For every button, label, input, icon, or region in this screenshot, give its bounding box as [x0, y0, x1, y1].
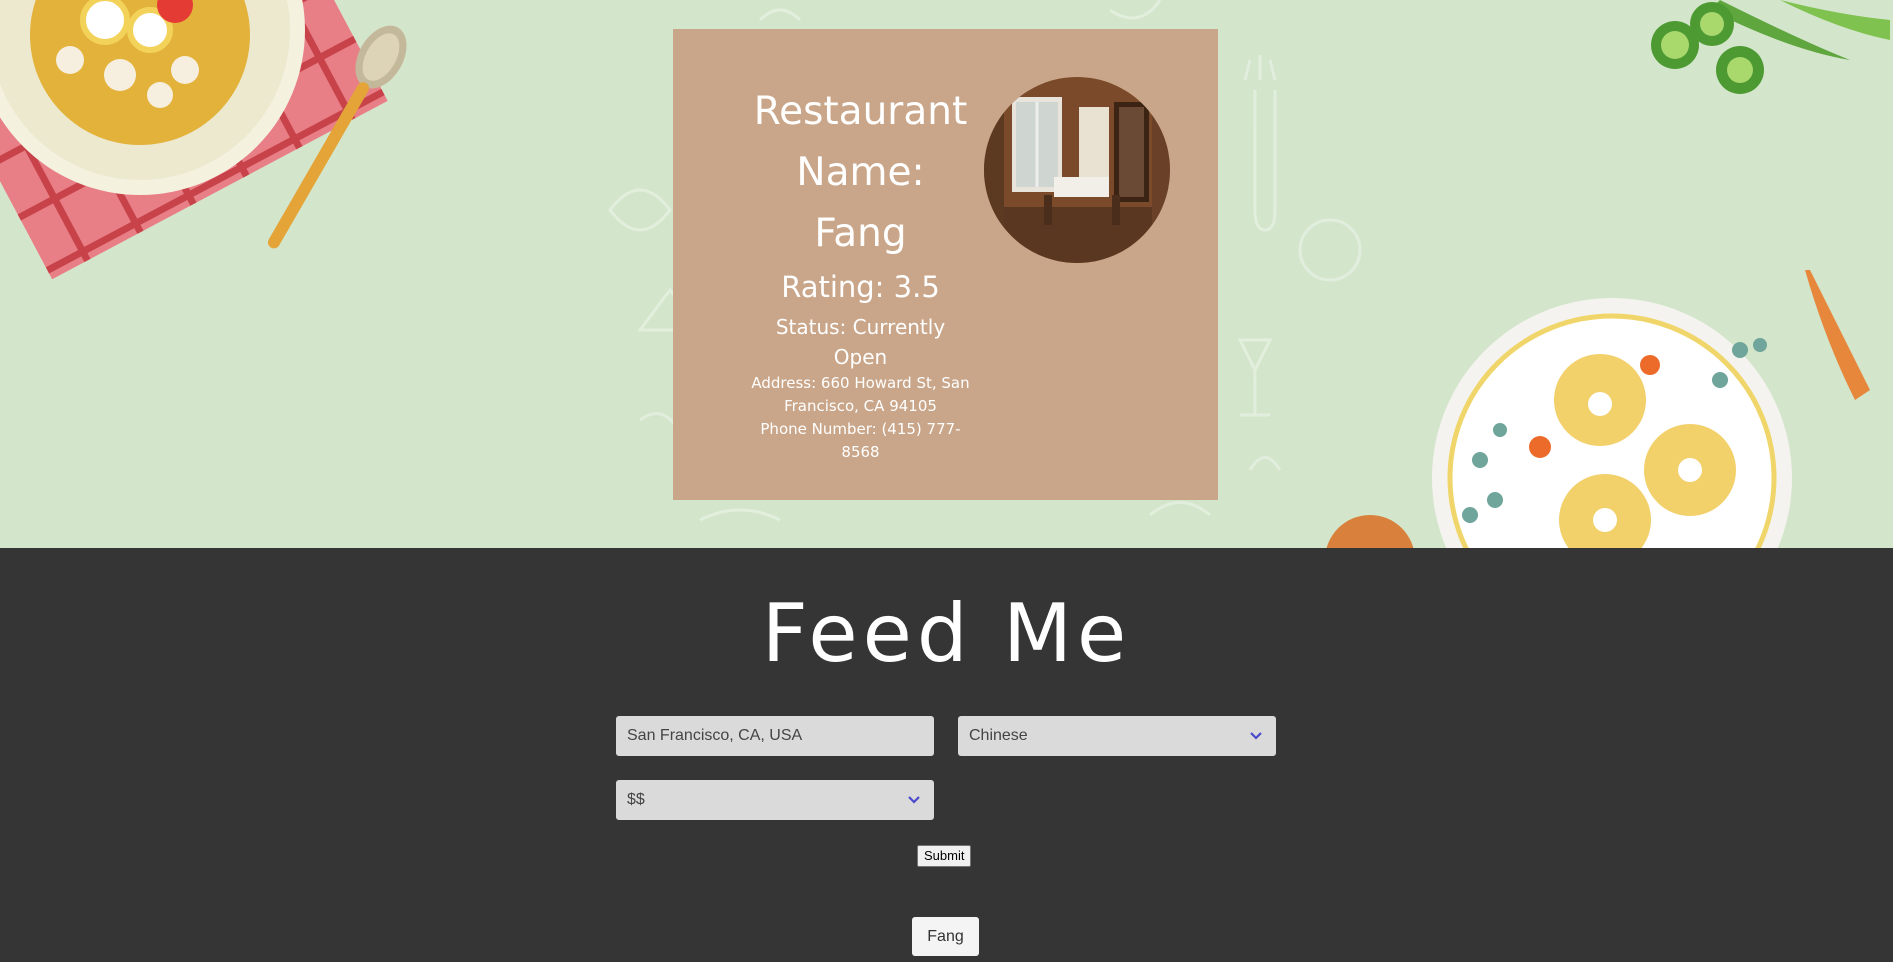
location-field[interactable] [616, 716, 934, 756]
chevron-down-icon [908, 796, 920, 804]
restaurant-phone: Phone Number: (415) 777- 8568 [738, 418, 983, 464]
green-peppers-illustration [1651, 0, 1890, 94]
restaurant-status: Status: Currently Open [738, 312, 983, 372]
price-selected-value: $$ [627, 791, 645, 808]
soup-bowl-illustration [0, 0, 407, 280]
status-line: Open [833, 345, 888, 369]
phone-line: 8568 [841, 443, 880, 461]
price-select[interactable]: $$ [616, 780, 934, 820]
chevron-down-icon [1250, 732, 1262, 740]
restaurant-address: Address: 660 Howard St, San Francisco, C… [738, 372, 983, 418]
restaurant-info: Restaurant Name: Fang Rating: 3.5 Status… [738, 81, 983, 464]
app-title: Feed Me [761, 587, 1132, 680]
cuisine-select[interactable]: Chinese [958, 716, 1276, 756]
address-line: Address: 660 Howard St, San [751, 374, 970, 392]
status-line: Status: Currently [775, 315, 946, 339]
restaurant-rating: Rating: 3.5 [781, 270, 940, 304]
restaurant-card: Restaurant Name: Fang Rating: 3.5 Status… [673, 29, 1218, 500]
submit-button[interactable]: Submit [917, 845, 972, 867]
restaurant-name-value: Fang [814, 211, 907, 256]
address-line: Francisco, CA 94105 [784, 397, 937, 415]
hero-section: Restaurant Name: Fang Rating: 3.5 Status… [0, 0, 1893, 548]
cuisine-selected-value: Chinese [969, 727, 1028, 744]
result-button[interactable]: Fang [912, 917, 979, 956]
restaurant-name-line: Restaurant [753, 89, 968, 134]
restaurant-name-line: Name: [796, 150, 925, 195]
restaurant-photo [984, 77, 1170, 263]
pastry-plate-illustration [1326, 270, 1870, 548]
phone-line: Phone Number: (415) 777- [760, 420, 961, 438]
location-input[interactable] [627, 717, 923, 755]
search-section: Feed Me Chinese $$ Submit Fang [0, 548, 1893, 962]
